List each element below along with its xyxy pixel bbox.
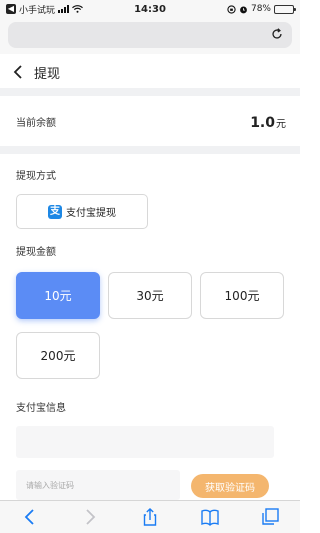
back-icon[interactable] [20, 507, 40, 527]
divider [0, 88, 300, 96]
wifi-icon [72, 5, 83, 13]
battery-percent: 78% [250, 4, 271, 14]
page-header: 提现 [0, 56, 300, 88]
amount-option-label: 100元 [224, 289, 260, 303]
withdraw-method-label: 提现方式 [16, 171, 56, 182]
amount-option-label: 10元 [44, 289, 72, 303]
get-code-button[interactable]: 获取验证码 [191, 474, 269, 498]
alipay-method-button[interactable]: 支 支付宝提现 [16, 194, 148, 229]
back-to-app-icon[interactable]: ◀ [6, 4, 16, 14]
amount-option-label: 200元 [40, 349, 76, 363]
browser-toolbar [0, 500, 300, 533]
status-left: ◀ 小手试玩 [6, 3, 227, 16]
tabs-icon[interactable] [260, 507, 280, 527]
amount-option-label: 30元 [136, 289, 164, 303]
status-right: 78% [227, 4, 296, 14]
verification-code-input[interactable] [16, 470, 180, 500]
amount-option-30[interactable]: 30元 [108, 272, 192, 319]
signal-icon [58, 5, 70, 13]
alarm-icon [240, 6, 247, 13]
battery-icon [274, 4, 296, 14]
alipay-account-field[interactable] [16, 426, 274, 458]
address-bar[interactable] [8, 22, 292, 48]
amount-option-10[interactable]: 10元 [16, 272, 100, 319]
divider [0, 146, 300, 154]
chevron-left-icon[interactable] [10, 64, 26, 80]
balance-row: 当前余额 1.0元 [0, 96, 300, 146]
withdraw-amount-label: 提现金额 [16, 247, 56, 258]
balance-value: 1.0 [250, 114, 275, 131]
bookmarks-icon[interactable] [200, 507, 220, 527]
amount-option-100[interactable]: 100元 [200, 272, 284, 319]
carrier-label: 小手试玩 [19, 5, 56, 16]
status-bar: ◀ 小手试玩 14:30 78% [0, 0, 300, 18]
amount-option-200[interactable]: 200元 [16, 332, 100, 379]
balance-amount: 1.0元 [250, 112, 286, 131]
share-icon[interactable] [140, 507, 160, 527]
alipay-info-label: 支付宝信息 [16, 403, 66, 414]
browser-bar [0, 18, 300, 54]
balance-unit: 元 [276, 118, 286, 130]
method-option-label: 支付宝提现 [66, 208, 116, 219]
forward-icon[interactable] [80, 507, 100, 527]
page-title: 提现 [34, 66, 61, 82]
balance-label: 当前余额 [16, 117, 56, 129]
alipay-icon: 支 [48, 204, 62, 219]
orientation-lock-icon [227, 4, 236, 14]
reload-icon[interactable] [270, 27, 284, 41]
